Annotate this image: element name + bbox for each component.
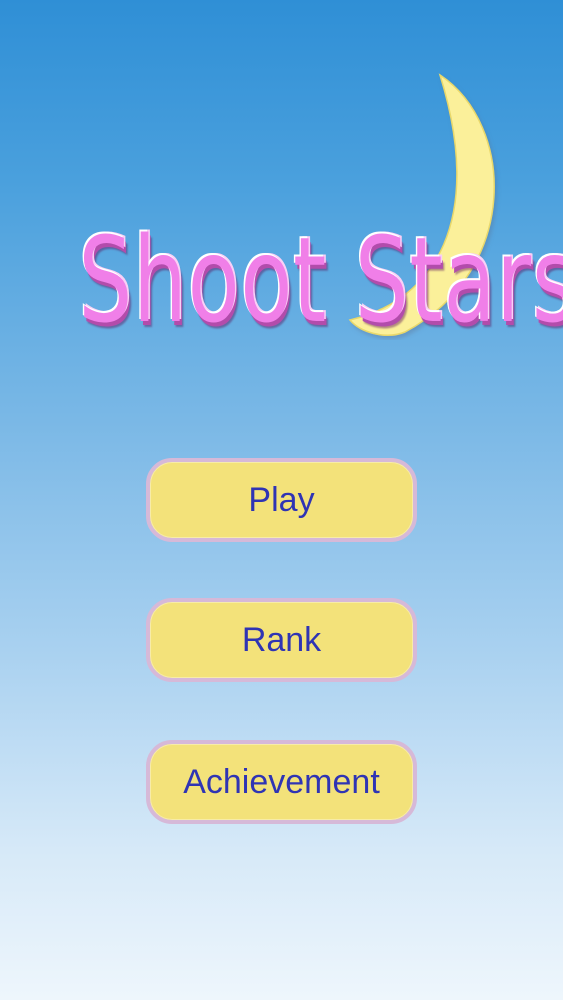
achievement-button[interactable]: Achievement xyxy=(146,740,417,824)
play-button-label: Play xyxy=(248,480,315,519)
rank-button[interactable]: Rank xyxy=(146,598,417,682)
game-title: Shoot Stars xyxy=(78,211,563,349)
rank-button-label: Rank xyxy=(241,620,322,659)
play-button[interactable]: Play xyxy=(146,458,417,542)
achievement-button-label: Achievement xyxy=(183,762,380,801)
main-menu-screen: Shoot Stars Play Rank Achievement xyxy=(0,0,563,1000)
